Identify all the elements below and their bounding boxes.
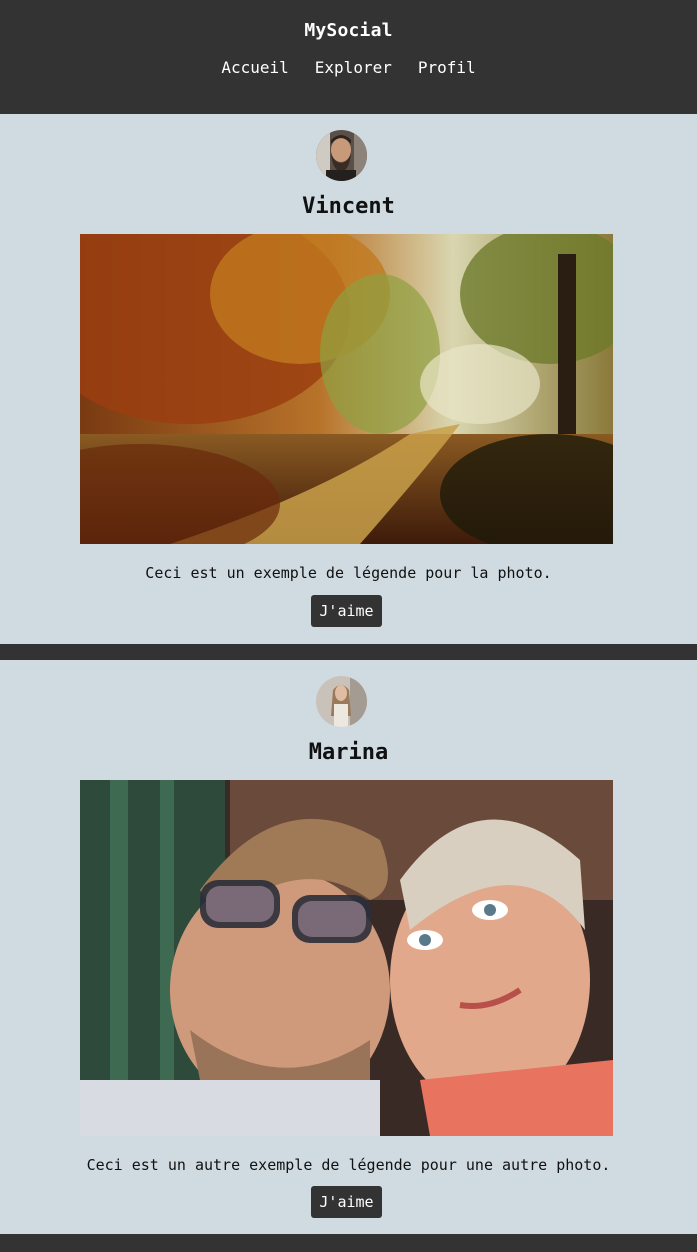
site-header: MySocial Accueil Explorer Profil	[0, 0, 697, 114]
main-nav: Accueil Explorer Profil	[0, 58, 697, 77]
brand-title[interactable]: MySocial	[0, 20, 697, 41]
post-caption: Ceci est un exemple de légende pour la p…	[145, 564, 552, 582]
post-username[interactable]: Vincent	[0, 194, 697, 219]
like-button[interactable]: J'aime	[311, 1186, 382, 1218]
post-photo	[80, 780, 613, 1136]
post-caption: Ceci est un autre exemple de légende pou…	[86, 1156, 611, 1174]
post-card: Vincent Ceci est un exemple de légende p…	[0, 114, 697, 644]
avatar[interactable]	[316, 130, 367, 181]
nav-item-explorer[interactable]: Explorer	[315, 58, 392, 77]
avatar[interactable]	[316, 676, 367, 727]
post-photo	[80, 234, 613, 544]
nav-item-profil[interactable]: Profil	[418, 58, 476, 77]
post-username[interactable]: Marina	[0, 740, 697, 765]
post-card: Marina Ceci est un autre exemple de lége…	[0, 660, 697, 1234]
like-button[interactable]: J'aime	[311, 595, 382, 627]
nav-item-accueil[interactable]: Accueil	[221, 58, 288, 77]
